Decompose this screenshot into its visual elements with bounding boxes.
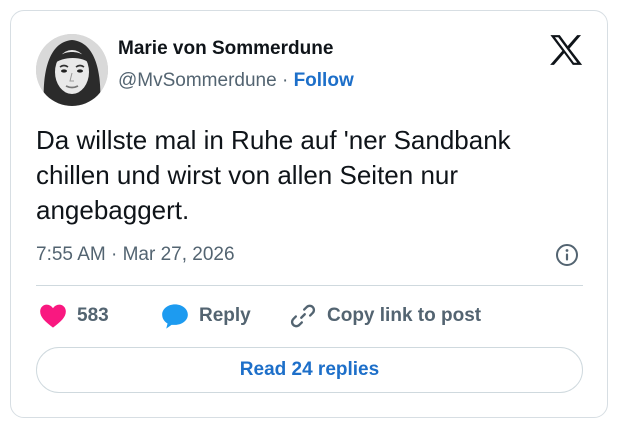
info-icon[interactable]: [555, 243, 579, 267]
tweet-date: Mar 27, 2026: [122, 244, 235, 265]
like-count: 583: [77, 305, 109, 326]
link-icon: [290, 304, 316, 328]
avatar[interactable]: [36, 34, 108, 106]
x-logo-icon[interactable]: [549, 34, 583, 66]
follow-button[interactable]: Follow: [294, 70, 354, 91]
divider: [36, 285, 583, 286]
tweet-time: 7:55 AM: [36, 244, 106, 265]
read-replies-button[interactable]: Read 24 replies: [36, 347, 583, 393]
heart-icon: [40, 304, 66, 328]
reply-button[interactable]: Reply: [161, 301, 251, 331]
author-handle[interactable]: @MvSommerdune: [118, 70, 277, 91]
reply-label: Reply: [199, 305, 251, 326]
tweet-text: Da willste mal in Ruhe auf 'ner Sandbank…: [36, 125, 511, 225]
handle-separator: ·: [281, 70, 289, 91]
tweet-timestamp[interactable]: 7:55 AM · Mar 27, 2026: [36, 244, 235, 266]
tweet-card: Marie von Sommerdune @MvSommerdune · Fol…: [10, 10, 608, 418]
copy-link-button[interactable]: Copy link to post: [289, 301, 481, 331]
timestamp-separator: ·: [111, 244, 118, 265]
author-name[interactable]: Marie von Sommerdune: [118, 38, 333, 60]
like-button[interactable]: 583: [39, 301, 109, 331]
copy-link-label: Copy link to post: [327, 305, 482, 326]
avatar-portrait-image: [36, 34, 108, 106]
handle-row: @MvSommerdune · Follow: [118, 70, 354, 92]
speech-bubble-icon: [162, 304, 188, 329]
